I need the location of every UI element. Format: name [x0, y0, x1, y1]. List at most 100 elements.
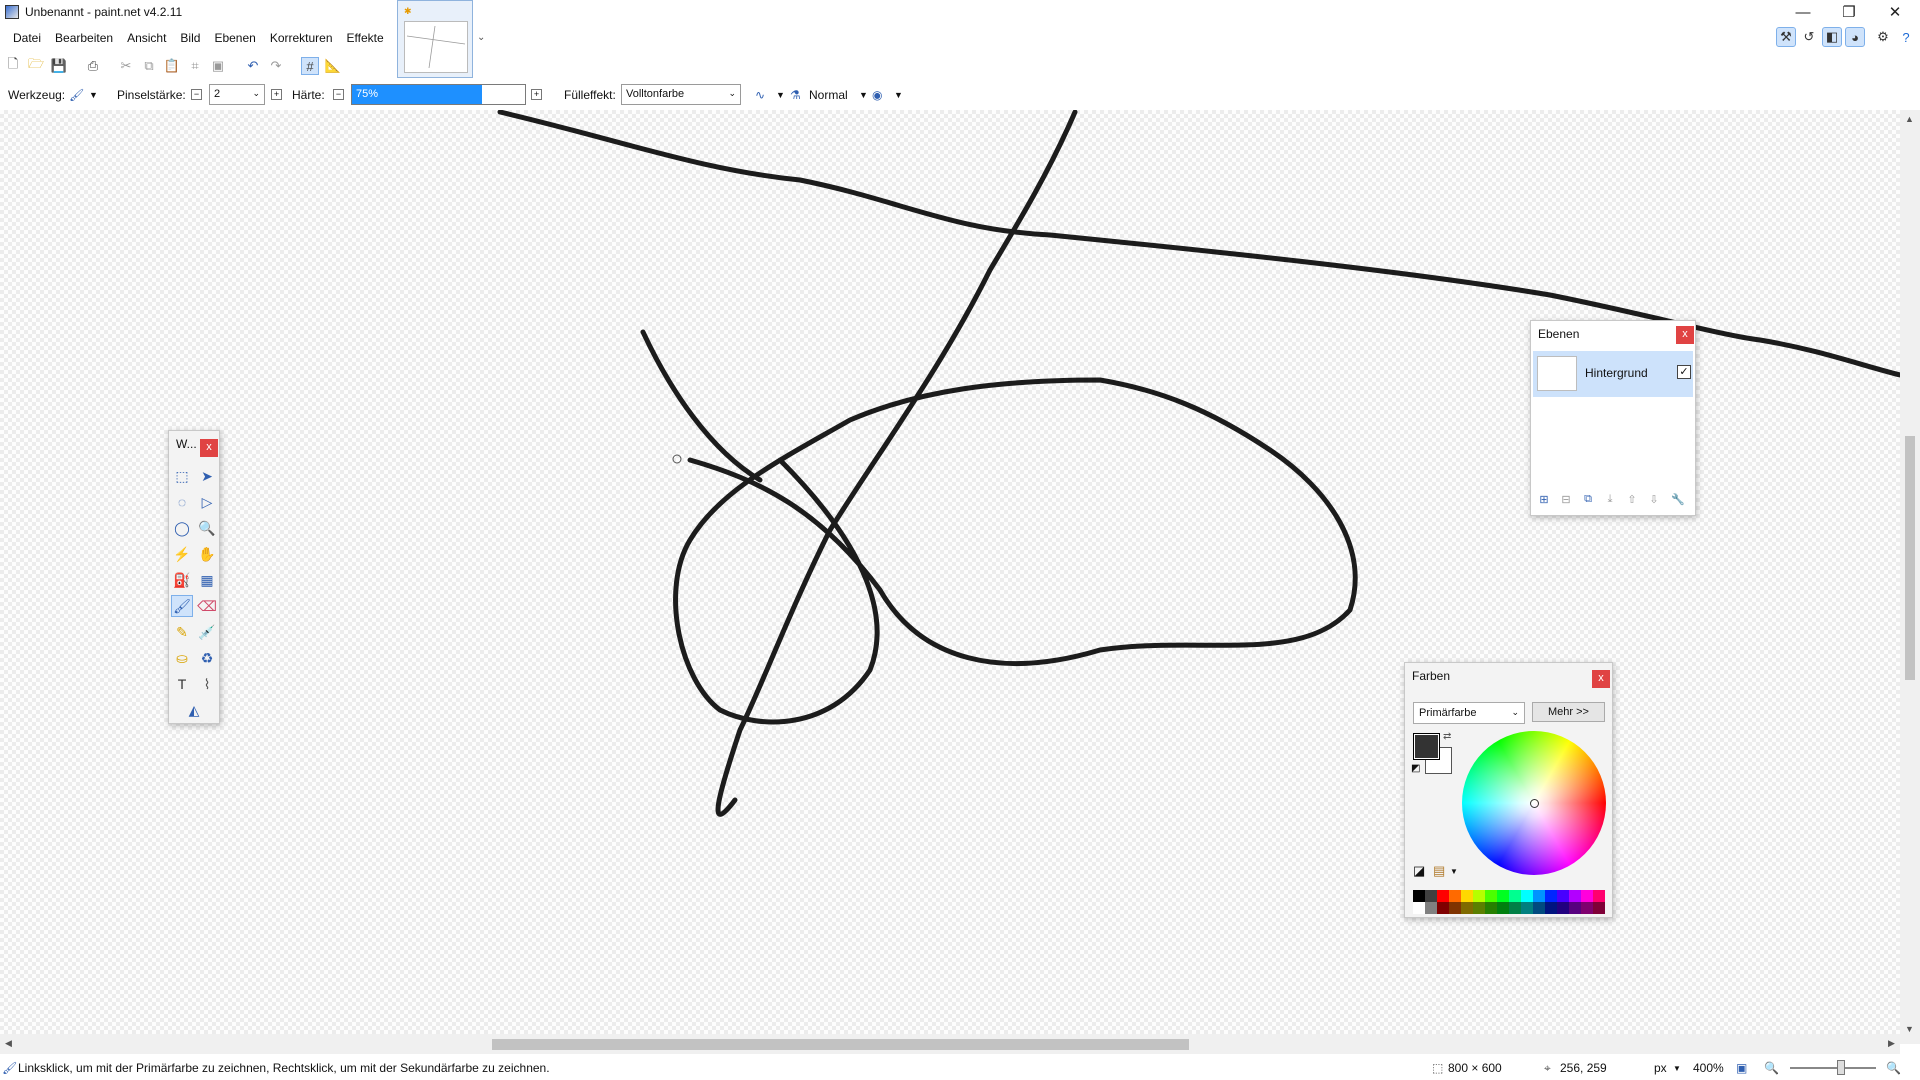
ellipse-select-tool-icon[interactable]: ◯ — [171, 517, 193, 539]
palette-swatch[interactable] — [1593, 890, 1605, 902]
zoom-slider-thumb[interactable] — [1837, 1060, 1845, 1075]
more-colors-button[interactable]: Mehr >> — [1532, 702, 1605, 722]
zoom-out-icon[interactable]: 🔍 — [1764, 1061, 1779, 1075]
add-to-palette-icon[interactable]: ◪ — [1413, 863, 1425, 879]
close-window-button[interactable]: ✕ — [1872, 0, 1918, 24]
gradient-tool-icon[interactable]: ▦ — [196, 569, 218, 591]
hardness-slider[interactable]: 75% — [351, 84, 526, 105]
palette-swatch[interactable] — [1425, 890, 1437, 902]
zoom-in-icon[interactable]: 🔍 — [1886, 1061, 1901, 1075]
undo-icon[interactable]: ↶ — [244, 57, 262, 75]
blend-mode-value[interactable]: Normal — [809, 88, 848, 102]
palette-swatch[interactable] — [1557, 890, 1569, 902]
palette-swatch[interactable] — [1533, 902, 1545, 914]
tools-panel-close-button[interactable]: x — [200, 439, 218, 457]
antialiasing-icon[interactable]: ∿ — [755, 88, 765, 102]
menu-effekte[interactable]: Effekte — [340, 26, 391, 50]
tools-window-toggle-icon[interactable]: ⚒ — [1776, 27, 1796, 47]
palette-swatch[interactable] — [1437, 890, 1449, 902]
palette-swatch[interactable] — [1581, 902, 1593, 914]
crop-icon[interactable]: ⌗ — [186, 57, 204, 75]
palette-swatch[interactable] — [1497, 890, 1509, 902]
palette-swatch[interactable] — [1485, 902, 1497, 914]
scroll-right-arrow-icon[interactable]: ▶ — [1888, 1038, 1895, 1049]
tool-dropdown-icon[interactable]: ▼ — [89, 90, 98, 100]
palette-swatch[interactable] — [1557, 902, 1569, 914]
palette-menu-dropdown-icon[interactable]: ▼ — [1450, 867, 1458, 876]
palette-swatch[interactable] — [1545, 890, 1557, 902]
palette-swatch[interactable] — [1593, 902, 1605, 914]
primary-color-swatch[interactable] — [1413, 733, 1440, 760]
palette-swatch[interactable] — [1449, 902, 1461, 914]
menu-ebenen[interactable]: Ebenen — [207, 26, 262, 50]
zoom-tool-icon[interactable]: 🔍 — [196, 517, 218, 539]
palette-swatch[interactable] — [1473, 890, 1485, 902]
menu-bild[interactable]: Bild — [173, 26, 207, 50]
palette-swatch[interactable] — [1533, 890, 1545, 902]
minimize-button[interactable]: — — [1780, 0, 1826, 24]
magic-wand-tool-icon[interactable]: ⚡ — [171, 543, 193, 565]
menu-bearbeiten[interactable]: Bearbeiten — [48, 26, 120, 50]
palette-swatch[interactable] — [1581, 890, 1593, 902]
palette-swatch[interactable] — [1425, 902, 1437, 914]
shapes-tool-icon[interactable]: ◭ — [183, 699, 205, 721]
redo-icon[interactable]: ↷ — [267, 57, 285, 75]
unit-select[interactable]: px — [1654, 1061, 1667, 1075]
palette-swatch[interactable] — [1497, 902, 1509, 914]
help-icon[interactable]: ? — [1896, 27, 1916, 47]
menu-korrekturen[interactable]: Korrekturen — [263, 26, 340, 50]
palette-swatch[interactable] — [1485, 890, 1497, 902]
save-icon[interactable]: 💾 — [50, 57, 68, 75]
vertical-scroll-thumb[interactable] — [1905, 436, 1915, 680]
eraser-tool-icon[interactable]: ⌫ — [196, 595, 218, 617]
grid-icon[interactable]: # — [301, 57, 319, 75]
vertical-scrollbar[interactable]: ▲ ▼ — [1900, 110, 1920, 1044]
colors-panel-close-button[interactable]: x — [1592, 670, 1610, 688]
paste-icon[interactable]: 📋 — [163, 57, 181, 75]
scroll-left-arrow-icon[interactable]: ◀ — [5, 1038, 12, 1049]
fill-select[interactable]: Volltonfarbe ⌄ — [621, 84, 741, 105]
move-selection-tool-icon[interactable]: ▷ — [196, 491, 218, 513]
hardness-decrease-button[interactable]: − — [333, 89, 344, 100]
text-tool-icon[interactable]: T — [171, 673, 193, 695]
pencil-tool-icon[interactable]: ✎ — [171, 621, 193, 643]
zoom-slider-track[interactable] — [1790, 1067, 1876, 1069]
new-file-icon[interactable]: 🗋 — [4, 56, 22, 75]
tab-list-chevron-icon[interactable]: ⌄ — [477, 32, 485, 43]
paintbrush-tool-icon[interactable]: 🖌 — [69, 88, 84, 102]
unit-dropdown-icon[interactable]: ▼ — [1673, 1064, 1681, 1073]
horizontal-scroll-thumb[interactable] — [492, 1039, 1189, 1050]
pan-tool-icon[interactable]: ✋ — [196, 543, 218, 565]
palette-menu-icon[interactable]: ▤ — [1433, 863, 1445, 879]
colors-window-toggle-icon[interactable]: ◕ — [1845, 27, 1865, 47]
palette-swatch[interactable] — [1509, 890, 1521, 902]
palette-swatch[interactable] — [1473, 902, 1485, 914]
maximize-button[interactable]: ❐ — [1826, 0, 1872, 24]
lasso-select-tool-icon[interactable]: ◌ — [171, 491, 193, 513]
palette-swatch[interactable] — [1569, 890, 1581, 902]
palette-swatch[interactable] — [1521, 902, 1533, 914]
print-icon[interactable]: ⎙ — [84, 57, 102, 75]
deselect-icon[interactable]: ▣ — [209, 57, 227, 75]
palette-swatch[interactable] — [1461, 902, 1473, 914]
palette-swatch[interactable] — [1521, 890, 1533, 902]
layer-properties-icon[interactable]: 🔧 — [1670, 493, 1686, 509]
layer-visibility-checkbox[interactable]: ✓ — [1677, 365, 1691, 379]
recolor-tool-icon[interactable]: ♻ — [196, 647, 218, 669]
rulers-icon[interactable]: 📐 — [324, 57, 342, 75]
color-wheel[interactable] — [1462, 731, 1606, 875]
merge-layer-icon[interactable]: ⤓ — [1602, 493, 1618, 509]
selection-mode-icon[interactable]: ◉ — [872, 88, 882, 102]
cut-icon[interactable]: ✂ — [117, 57, 135, 75]
color-picker-tool-icon[interactable]: 💉 — [196, 621, 218, 643]
zoom-value[interactable]: 400% — [1693, 1061, 1724, 1075]
palette-swatch[interactable] — [1449, 890, 1461, 902]
layers-window-toggle-icon[interactable]: ◧ — [1822, 27, 1842, 47]
copy-icon[interactable]: ⧉ — [140, 57, 158, 75]
brush-width-input[interactable]: 2 ⌄ — [209, 84, 265, 105]
menu-ansicht[interactable]: Ansicht — [120, 26, 173, 50]
paint-bucket-tool-icon[interactable]: ⛽ — [171, 569, 193, 591]
palette-swatch[interactable] — [1509, 902, 1521, 914]
color-mode-select[interactable]: Primärfarbe ⌄ — [1413, 702, 1525, 724]
scroll-down-arrow-icon[interactable]: ▼ — [1905, 1024, 1914, 1034]
